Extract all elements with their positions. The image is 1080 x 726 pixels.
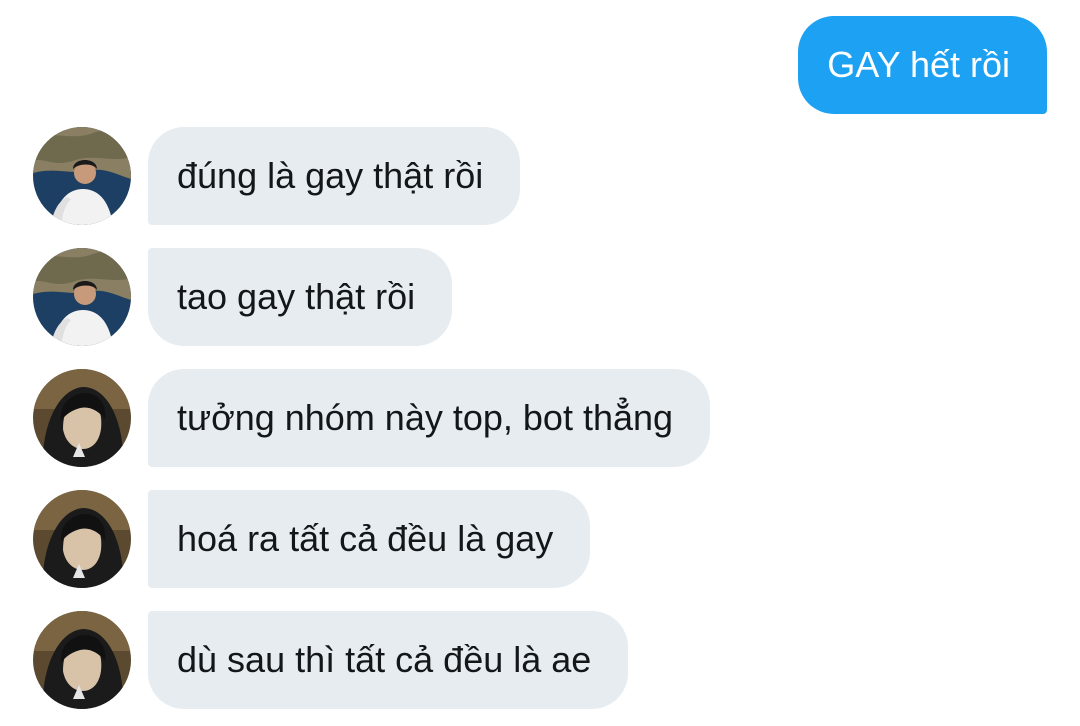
conversation-thread: GAY hết rồi đúng là gay thật rồi tao gay… [0,0,1080,726]
outdoor-man-avatar[interactable] [33,248,131,346]
message-text: đúng là gay thật rồi [177,155,484,196]
message-text: tưởng nhóm này top, bot thẳng [177,397,674,438]
sent-message-text: GAY hết rồi [827,44,1010,85]
hooded-person-avatar[interactable] [33,490,131,588]
received-message-bubble[interactable]: tưởng nhóm này top, bot thẳng [148,369,711,467]
message-text: hoá ra tất cả đều là gay [177,518,554,559]
received-message-bubble[interactable]: tao gay thật rồi [148,248,453,346]
received-message-bubble[interactable]: dù sau thì tất cả đều là ae [148,611,629,709]
hooded-person-avatar[interactable] [33,369,131,467]
sent-message-bubble[interactable]: GAY hết rồi [798,16,1047,114]
message-text: dù sau thì tất cả đều là ae [177,639,592,680]
received-message-bubble[interactable]: hoá ra tất cả đều là gay [148,490,591,588]
hooded-person-avatar[interactable] [33,611,131,709]
message-text: tao gay thật rồi [177,276,416,317]
received-message-bubble[interactable]: đúng là gay thật rồi [148,127,521,225]
outdoor-man-avatar[interactable] [33,127,131,225]
